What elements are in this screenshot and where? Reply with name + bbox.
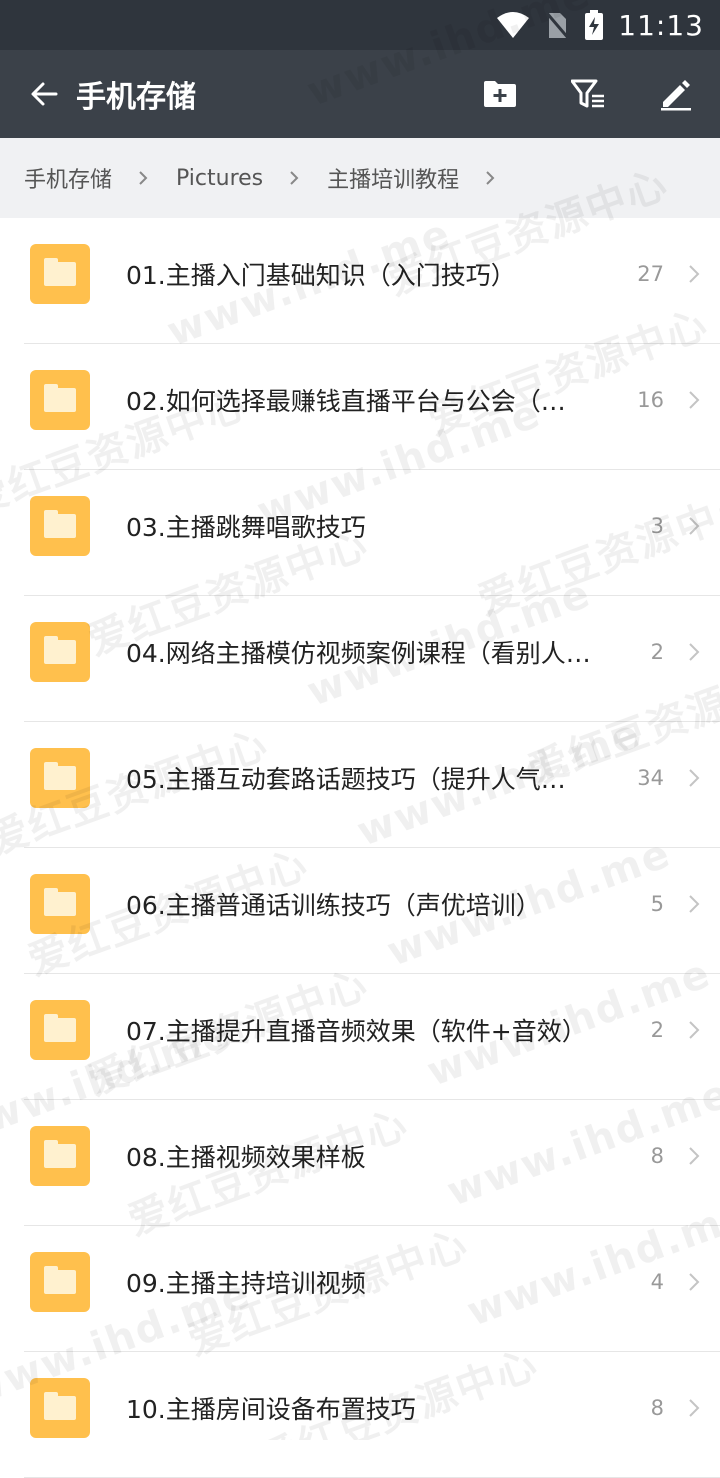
list-item[interactable]: 02.如何选择最赚钱直播平台与公会（… 16	[0, 344, 720, 470]
folder-list: 01.主播入门基础知识（入门技巧） 27 02.如何选择最赚钱直播平台与公会（… 16…	[0, 218, 720, 1478]
folder-name: 08.主播视频效果样板	[126, 1143, 366, 1172]
folder-icon	[30, 874, 90, 934]
folder-name: 10.主播房间设备布置技巧	[126, 1395, 416, 1424]
folder-name: 04.网络主播模仿视频案例课程（看别人…	[126, 639, 591, 668]
filter-button[interactable]	[544, 50, 632, 138]
item-count: 8	[650, 1144, 664, 1168]
item-count: 4	[650, 1270, 664, 1294]
list-item[interactable]: 06.主播普通话训练技巧（声优培训） 5	[0, 848, 720, 974]
status-bar: 11:13	[0, 0, 720, 50]
new-folder-button[interactable]	[456, 50, 544, 138]
folder-name: 05.主播互动套路话题技巧（提升人气…	[126, 765, 566, 794]
folder-icon	[30, 1126, 90, 1186]
edit-icon	[661, 80, 691, 111]
item-count: 8	[650, 1396, 664, 1420]
item-count: 34	[637, 766, 664, 790]
folder-icon	[30, 1000, 90, 1060]
folder-name: 06.主播普通话训练技巧（声优培训）	[126, 891, 541, 920]
chevron-right-icon	[289, 170, 299, 186]
list-item[interactable]: 03.主播跳舞唱歌技巧 3	[0, 470, 720, 596]
item-count: 5	[650, 892, 664, 916]
item-count: 3	[650, 514, 664, 538]
list-item[interactable]: 08.主播视频效果样板 8	[0, 1100, 720, 1226]
status-time: 11:13	[618, 8, 704, 42]
chevron-right-icon	[688, 218, 700, 330]
folder-icon	[30, 370, 90, 430]
filter-icon	[571, 79, 604, 108]
chevron-right-icon	[688, 344, 700, 456]
folder-icon	[30, 748, 90, 808]
chevron-right-icon	[485, 170, 495, 186]
chevron-right-icon	[688, 1352, 700, 1464]
breadcrumb-item-storage[interactable]: 手机存储	[24, 162, 112, 194]
battery-charging-icon	[584, 10, 604, 40]
breadcrumb-item-pictures[interactable]: Pictures	[176, 166, 263, 191]
folder-icon	[30, 244, 90, 304]
page-title: 手机存储	[76, 80, 196, 115]
list-item[interactable]: 05.主播互动套路话题技巧（提升人气… 34	[0, 722, 720, 848]
app-bar: 手机存储	[0, 50, 720, 138]
chevron-right-icon	[688, 722, 700, 834]
folder-name: 02.如何选择最赚钱直播平台与公会（…	[126, 387, 566, 416]
chevron-right-icon	[688, 848, 700, 960]
arrow-left-icon	[31, 82, 58, 106]
new-folder-icon	[484, 81, 516, 107]
chevron-right-icon	[688, 1100, 700, 1212]
wifi-icon	[496, 11, 530, 39]
folder-icon	[30, 622, 90, 682]
item-count: 16	[637, 388, 664, 412]
folder-name: 07.主播提升直播音频效果（软件+音效）	[126, 1017, 587, 1046]
list-item[interactable]: 10.主播房间设备布置技巧 8	[0, 1352, 720, 1478]
back-button[interactable]	[0, 50, 88, 138]
folder-icon	[30, 1378, 90, 1438]
chevron-right-icon	[688, 1226, 700, 1338]
breadcrumb: 手机存储 Pictures 主播培训教程	[0, 138, 720, 218]
folder-icon	[30, 1252, 90, 1312]
item-count: 27	[637, 262, 664, 286]
item-count: 2	[650, 640, 664, 664]
edit-button[interactable]	[632, 50, 720, 138]
folder-name: 03.主播跳舞唱歌技巧	[126, 513, 366, 542]
list-item[interactable]: 09.主播主持培训视频 4	[0, 1226, 720, 1352]
list-item[interactable]: 04.网络主播模仿视频案例课程（看别人… 2	[0, 596, 720, 722]
breadcrumb-item-current[interactable]: 主播培训教程	[327, 162, 459, 194]
no-sim-icon	[544, 10, 571, 40]
chevron-right-icon	[688, 470, 700, 582]
chevron-right-icon	[688, 596, 700, 708]
list-item[interactable]: 01.主播入门基础知识（入门技巧） 27	[0, 218, 720, 344]
list-item[interactable]: 07.主播提升直播音频效果（软件+音效） 2	[0, 974, 720, 1100]
item-count: 2	[650, 1018, 664, 1042]
chevron-right-icon	[138, 170, 148, 186]
folder-icon	[30, 496, 90, 556]
folder-name: 01.主播入门基础知识（入门技巧）	[126, 261, 516, 290]
chevron-right-icon	[688, 974, 700, 1086]
folder-name: 09.主播主持培训视频	[126, 1269, 366, 1298]
